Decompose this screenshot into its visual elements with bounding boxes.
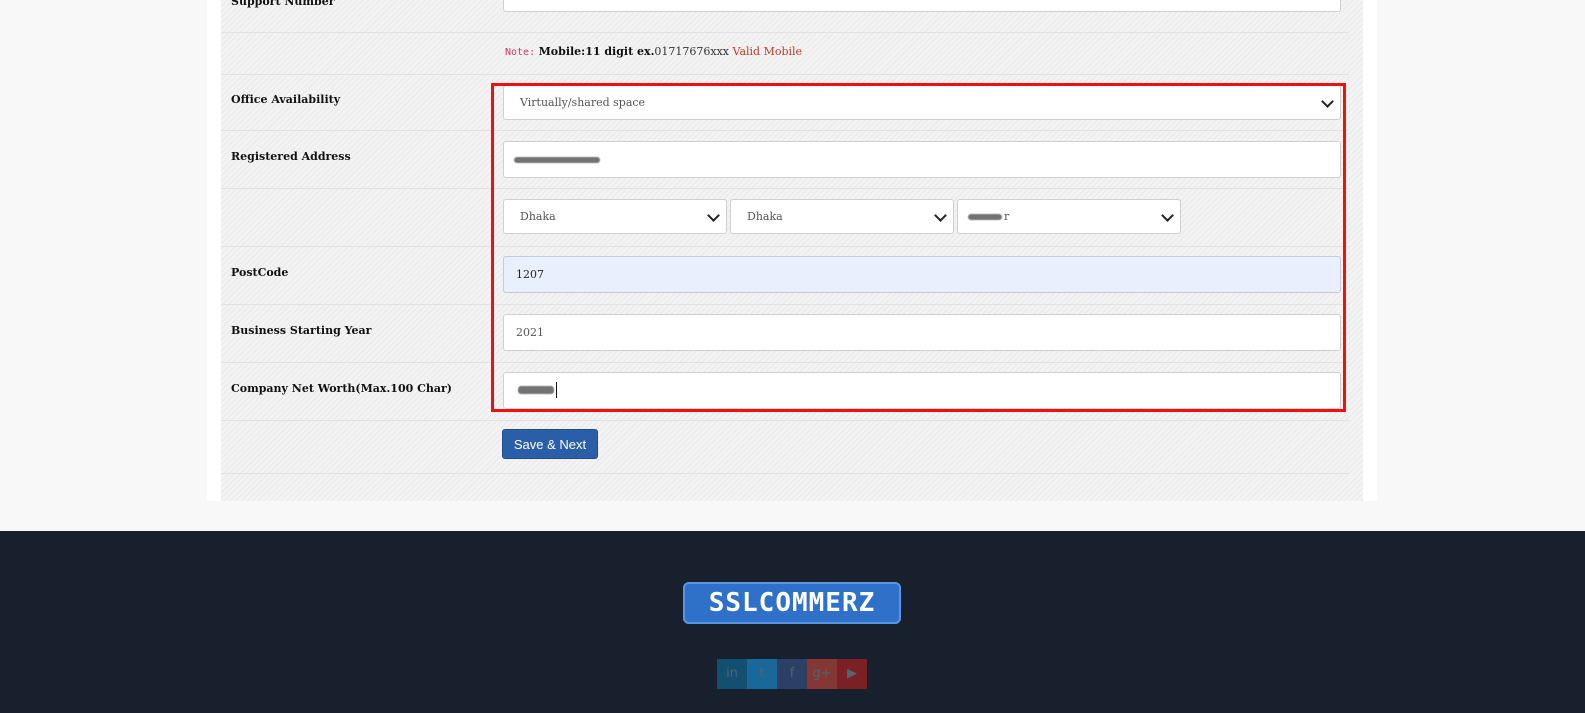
support-number-label: Support Number: [231, 0, 335, 8]
mobile-note: Note: Mobile:11 digit ex.01717676xxx Val…: [505, 45, 802, 58]
company-net-worth-label: Company Net Worth(Max.100 Char): [231, 382, 452, 395]
support-number-row: Support Number 01717898546: [221, 0, 1349, 33]
google-plus-icon[interactable]: g+: [807, 659, 837, 689]
support-number-input[interactable]: 01717898546: [503, 0, 1341, 12]
highlight-box: [491, 83, 1346, 412]
youtube-icon[interactable]: ▶: [837, 659, 867, 689]
business-starting-year-label: Business Starting Year: [231, 324, 372, 337]
facebook-icon[interactable]: f: [777, 659, 807, 689]
note-format: Mobile:11 digit ex.: [538, 45, 655, 58]
linkedin-icon[interactable]: in: [717, 659, 747, 689]
postcode-label: PostCode: [231, 266, 289, 279]
twitter-icon[interactable]: t: [747, 659, 777, 689]
sslcommerz-logo: SSLCOMMERZ: [683, 582, 901, 624]
save-next-button[interactable]: Save & Next: [502, 429, 598, 459]
note-tag: Note:: [505, 47, 536, 58]
actions-row: [221, 421, 1349, 474]
note-example: 01717676xxx: [654, 45, 730, 58]
registered-address-label: Registered Address: [231, 150, 351, 163]
note-valid-mobile: Valid Mobile: [732, 45, 803, 58]
mobile-note-row: Note: Mobile:11 digit ex.01717676xxx Val…: [221, 32, 1349, 75]
office-availability-label: Office Availability: [231, 93, 341, 106]
